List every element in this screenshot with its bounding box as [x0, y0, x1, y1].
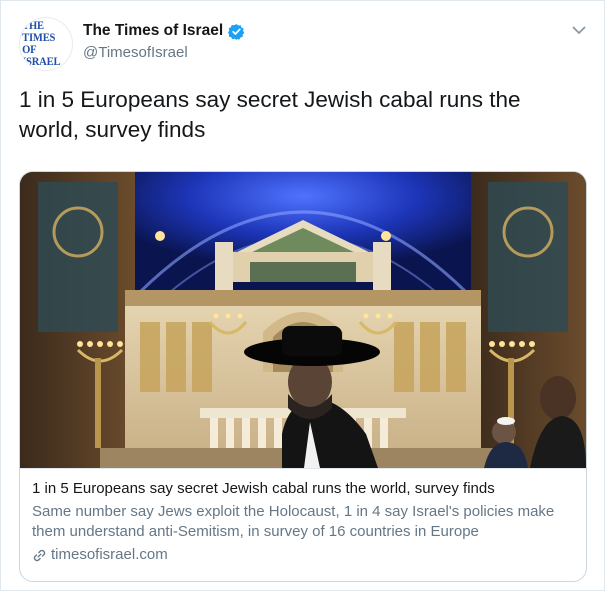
- display-name[interactable]: The Times of Israel: [83, 22, 223, 40]
- avatar[interactable]: THE TIMES OF ISRAEL: [19, 17, 73, 71]
- verified-badge-icon: [228, 23, 245, 40]
- link-card[interactable]: 1 in 5 Europeans say secret Jewish cabal…: [19, 171, 587, 582]
- avatar-logo-line2: OF ISRAEL: [22, 44, 61, 68]
- link-icon: [33, 549, 46, 561]
- display-name-row: The Times of Israel: [83, 22, 245, 40]
- avatar-logo-line1: THE TIMES: [22, 20, 56, 44]
- chevron-down-icon[interactable]: [570, 21, 588, 39]
- card-description: Same number say Jews exploit the Holocau…: [32, 503, 555, 540]
- card-domain-text[interactable]: timesofisrael.com: [51, 545, 168, 565]
- card-title[interactable]: 1 in 5 Europeans say secret Jewish cabal…: [32, 479, 574, 499]
- card-body[interactable]: 1 in 5 Europeans say secret Jewish cabal…: [20, 468, 586, 565]
- card-image[interactable]: [20, 172, 586, 468]
- account-header: The Times of Israel @TimesofIsrael: [83, 22, 245, 61]
- account-handle[interactable]: @TimesofIsrael: [83, 44, 245, 61]
- tweet-text: 1 in 5 Europeans say secret Jewish cabal…: [19, 87, 521, 142]
- tweet-container: THE TIMES OF ISRAEL The Times of Israel …: [0, 0, 605, 591]
- card-domain[interactable]: timesofisrael.com: [32, 545, 574, 565]
